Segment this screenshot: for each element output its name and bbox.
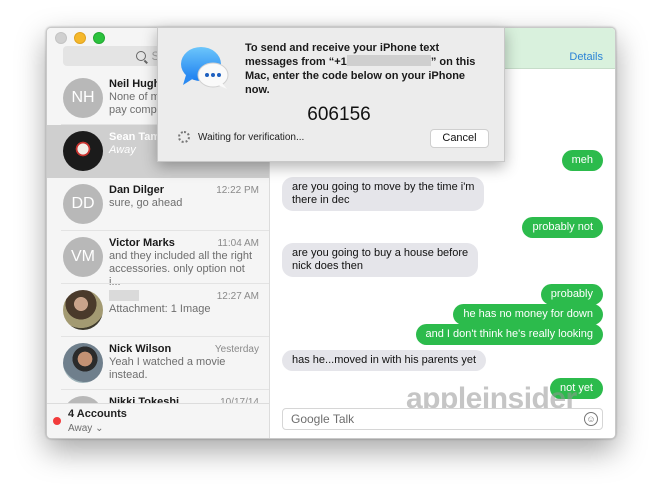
message-outgoing: he has no money for down bbox=[453, 304, 603, 325]
conversation-item[interactable]: Nick Wilson Yesterday Yeah I watched a m… bbox=[47, 337, 269, 390]
conversation-item[interactable]: VM Victor Marks 11:04 AM and they includ… bbox=[47, 231, 269, 288]
conversation-item[interactable]: 12:27 AM Attachment: 1 Image bbox=[47, 284, 269, 337]
close-button[interactable] bbox=[55, 32, 67, 44]
search-icon bbox=[136, 51, 147, 61]
message-incoming: are you going to buy a house before nick… bbox=[282, 243, 479, 277]
cancel-button[interactable]: Cancel bbox=[430, 129, 489, 148]
timestamp: 12:22 PM bbox=[216, 185, 259, 196]
contact-name: Sean Tam bbox=[109, 131, 161, 143]
timestamp: 12:27 AM bbox=[216, 291, 259, 302]
avatar: DD bbox=[63, 184, 103, 224]
messages-app-icon bbox=[181, 47, 229, 89]
conversation-item[interactable]: DD Dan Dilger 12:22 PM sure, go ahead bbox=[47, 178, 269, 231]
message-outgoing: meh bbox=[561, 150, 603, 171]
avatar bbox=[63, 131, 103, 171]
chevron-down-icon: ⌄ bbox=[95, 423, 104, 434]
contact-name-redacted bbox=[109, 290, 139, 304]
avatar bbox=[63, 343, 103, 383]
avatar: VM bbox=[63, 237, 103, 277]
message-incoming: has he...moved in with his parents yet bbox=[282, 350, 487, 371]
message-outgoing: probably not bbox=[522, 217, 603, 238]
message-outgoing: and I don't think he's really looking bbox=[415, 324, 603, 345]
timestamp: Yesterday bbox=[214, 344, 259, 355]
message-outgoing: probably bbox=[540, 284, 603, 305]
avatar bbox=[63, 290, 103, 330]
status-dropdown[interactable]: Away ⌄ bbox=[68, 423, 103, 434]
accounts-label: 4 Accounts bbox=[68, 408, 127, 420]
minimize-button[interactable] bbox=[74, 32, 86, 44]
window-controls bbox=[55, 32, 105, 44]
details-button[interactable]: Details bbox=[569, 51, 603, 63]
redacted-phone-number bbox=[346, 55, 431, 66]
message-preview: sure, go ahead bbox=[109, 197, 183, 209]
verification-dialog: To send and receive your iPhone text mes… bbox=[157, 27, 505, 162]
maximize-button[interactable] bbox=[93, 32, 105, 44]
account-status-bar[interactable]: 4 Accounts Away ⌄ bbox=[47, 403, 269, 438]
message-preview: Yeah I watched a movie instead. bbox=[109, 356, 226, 381]
message-input[interactable]: Google Talk ☺ bbox=[282, 408, 603, 430]
contact-name: Dan Dilger bbox=[109, 184, 165, 196]
message-input-placeholder: Google Talk bbox=[291, 412, 355, 426]
status-text: Waiting for verification... bbox=[198, 132, 305, 143]
verification-code: 606156 bbox=[307, 104, 371, 125]
avatar: NH bbox=[63, 78, 103, 118]
timestamp: 11:04 AM bbox=[217, 238, 259, 249]
message-preview: Attachment: 1 Image bbox=[109, 303, 211, 315]
contact-name: Nick Wilson bbox=[109, 343, 172, 355]
spinner-icon bbox=[178, 131, 190, 143]
status-dot-icon bbox=[53, 417, 61, 425]
emoji-icon[interactable]: ☺ bbox=[584, 412, 598, 426]
contact-name: Victor Marks bbox=[109, 237, 175, 249]
dialog-message: To send and receive your iPhone text mes… bbox=[245, 42, 476, 96]
message-incoming: are you going to move by the time i'm th… bbox=[282, 177, 485, 211]
